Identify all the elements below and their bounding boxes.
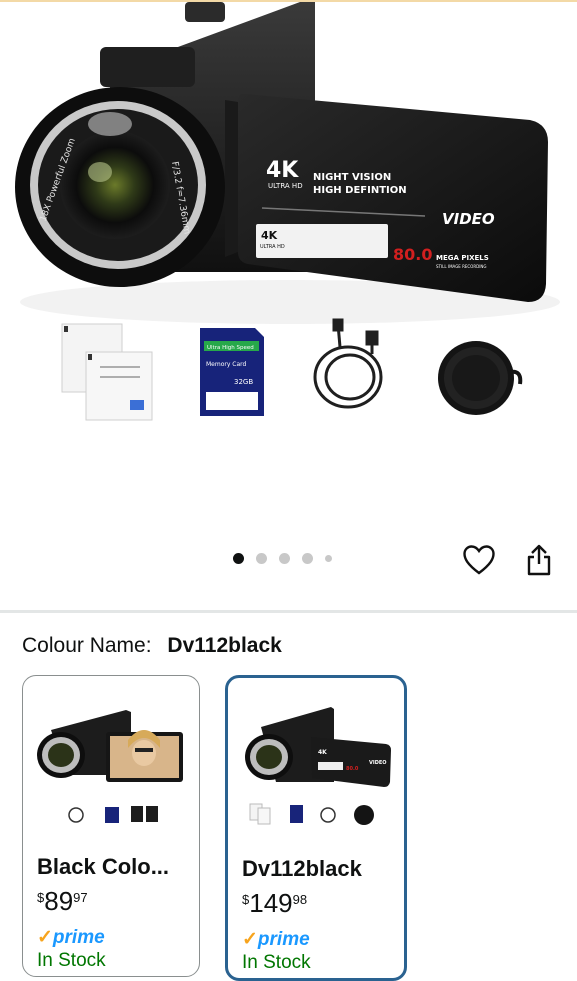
- svg-text:80.0: 80.0: [393, 245, 432, 264]
- carousel-dot[interactable]: [233, 553, 244, 564]
- usb-cable-icon: [313, 318, 383, 409]
- svg-text:32GB: 32GB: [234, 378, 253, 386]
- product-image[interactable]: 18X Powerful Zoom F/3.2 f=7.36mm 4K ULTR…: [0, 2, 577, 532]
- colour-name-row: Colour Name: Dv112black: [22, 634, 282, 658]
- svg-text:ULTRA HD: ULTRA HD: [268, 182, 303, 190]
- variant-price: $14998: [242, 888, 308, 918]
- svg-text:4K: 4K: [318, 749, 327, 756]
- heart-icon[interactable]: [462, 543, 496, 577]
- carousel-dot[interactable]: [302, 553, 313, 564]
- svg-text:MEGA PIXELS: MEGA PIXELS: [436, 254, 489, 262]
- prime-check-icon: ✓: [242, 929, 258, 950]
- prime-check-icon: ✓: [37, 927, 53, 948]
- stock-status: In Stock: [242, 952, 311, 973]
- battery-icon: [61, 323, 153, 421]
- variant-card-selected[interactable]: 4K VIDEO 80.0 Dv112black $14998 ✓prime I…: [225, 675, 407, 981]
- svg-text:HIGH DEFINTION: HIGH DEFINTION: [313, 185, 407, 196]
- svg-text:STILL IMAGE RECORDING: STILL IMAGE RECORDING: [436, 264, 486, 269]
- variant-title: Dv112black: [242, 856, 362, 881]
- stock-status: In Stock: [37, 950, 106, 971]
- svg-text:Ultra High Speed: Ultra High Speed: [207, 345, 254, 351]
- variant-thumbnail: 4K VIDEO 80.0: [236, 692, 396, 842]
- svg-text:80.0: 80.0: [346, 766, 359, 772]
- section-divider: [0, 610, 577, 613]
- svg-text:VIDEO: VIDEO: [369, 760, 387, 766]
- memory-card-icon: Ultra High Speed Memory Card 32GB: [200, 328, 264, 416]
- carousel-dot[interactable]: [325, 555, 332, 562]
- lens-cap-icon: [438, 341, 523, 415]
- svg-text:ULTRA HD: ULTRA HD: [260, 244, 285, 250]
- carousel-dot[interactable]: [256, 553, 267, 564]
- colour-name-value: Dv112black: [167, 634, 282, 657]
- prime-badge: ✓prime: [242, 929, 310, 950]
- variant-price: $8997: [37, 886, 88, 916]
- colour-name-label: Colour Name:: [22, 634, 152, 657]
- camcorder-illustration: 18X Powerful Zoom F/3.2 f=7.36mm 4K ULTR…: [15, 2, 560, 421]
- 4k-logo: 4K: [266, 158, 299, 183]
- variant-title: Black Colo...: [37, 854, 170, 879]
- variant-thumbnail: [31, 690, 191, 840]
- carousel-indicator: [233, 553, 332, 564]
- share-icon[interactable]: [522, 543, 556, 577]
- carousel-dot[interactable]: [279, 553, 290, 564]
- prime-badge: ✓prime: [37, 927, 105, 948]
- svg-text:Memory Card: Memory Card: [206, 361, 247, 368]
- svg-text:4K: 4K: [261, 229, 278, 242]
- variant-card[interactable]: Black Colo... $8997 ✓prime In Stock: [22, 675, 200, 977]
- svg-text:VIDEO: VIDEO: [442, 210, 495, 228]
- svg-text:NIGHT VISION: NIGHT VISION: [313, 172, 391, 183]
